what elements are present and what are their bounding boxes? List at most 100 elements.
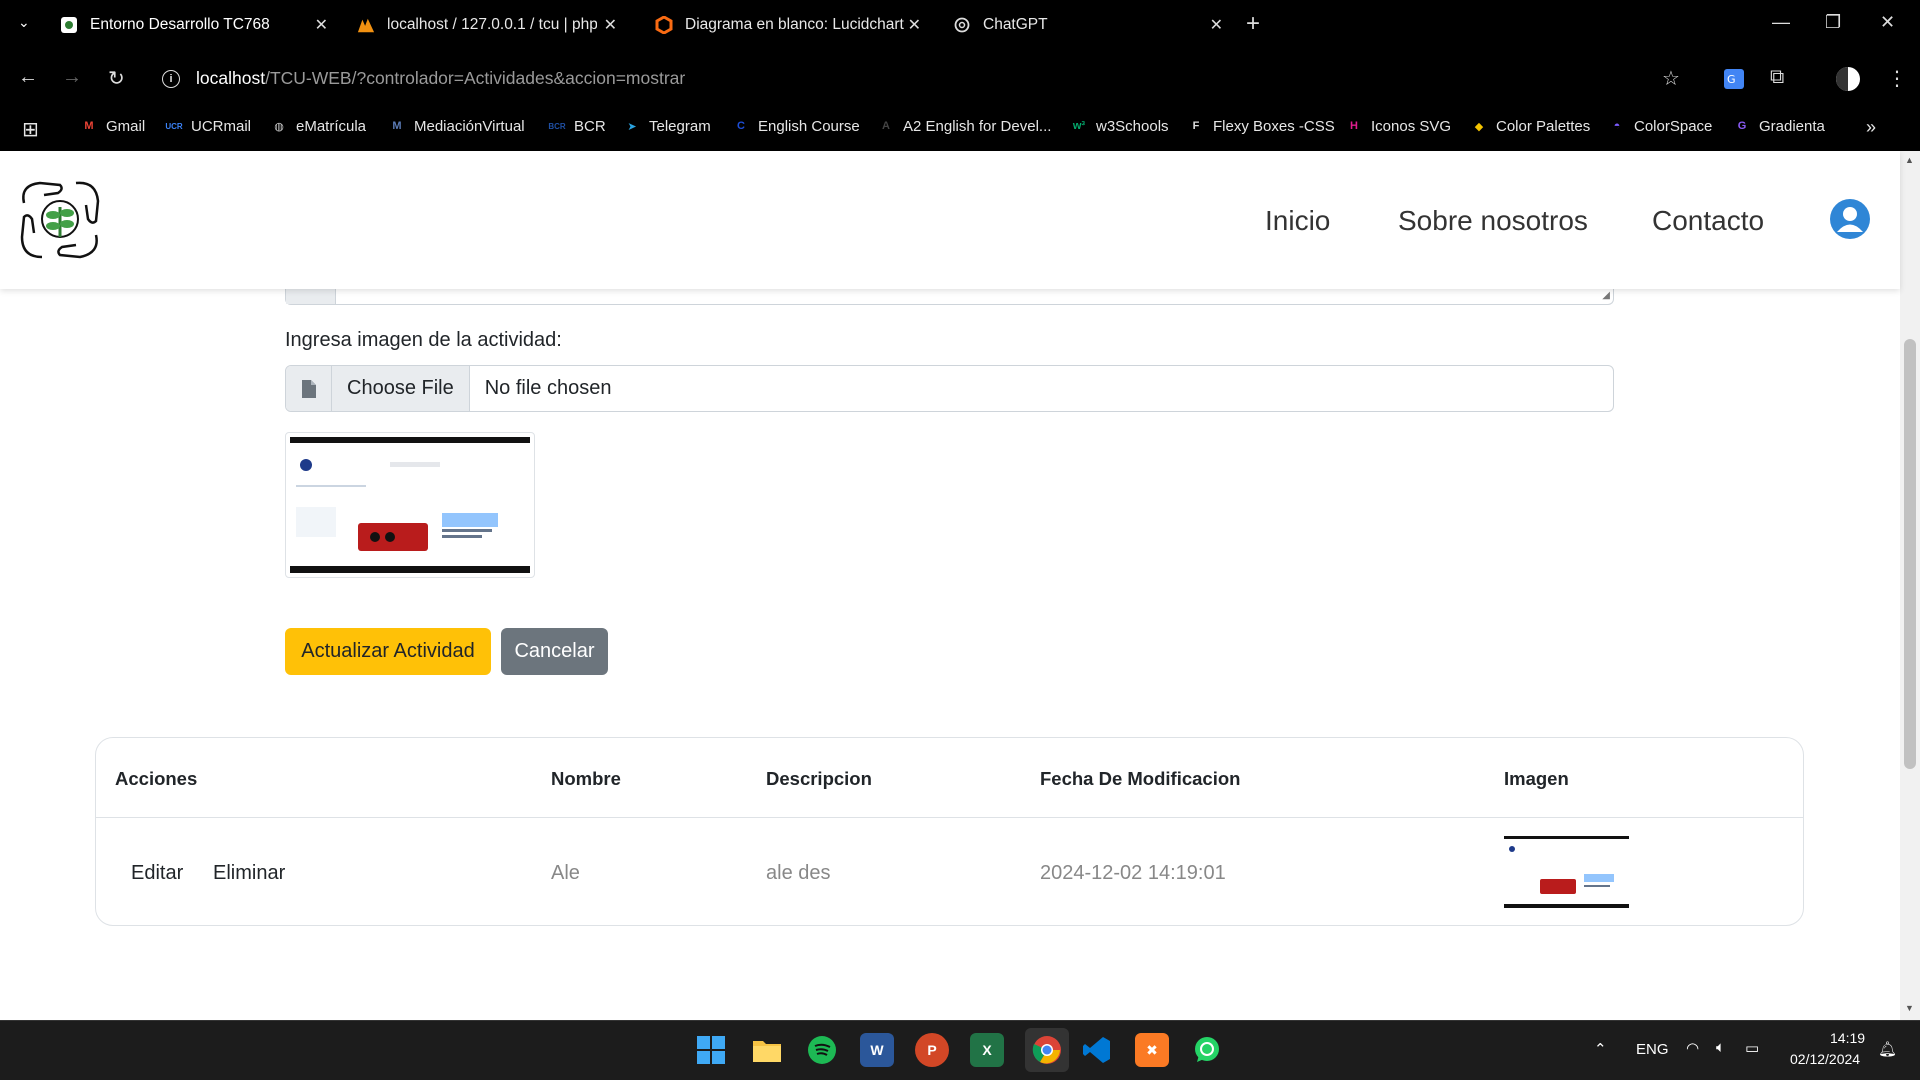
vscode-icon[interactable] — [1080, 1033, 1114, 1067]
bookmark-item[interactable]: M MediaciónVirtual — [388, 117, 524, 135]
tab-lucidchart[interactable]: Diagrama en blanco: Lucidchart ✕ — [655, 8, 925, 42]
user-account-icon[interactable] — [1830, 199, 1870, 239]
cancel-button[interactable]: Cancelar — [501, 628, 608, 675]
choose-file-button[interactable]: Choose File — [332, 366, 470, 411]
bookmark-star-icon[interactable]: ☆ — [1662, 66, 1680, 91]
image-file-input[interactable]: Choose File No file chosen — [285, 365, 1614, 412]
bookmark-item[interactable]: ◍ eMatrícula — [270, 117, 366, 135]
file-explorer-icon[interactable] — [750, 1033, 784, 1067]
header-imagen: Imagen — [1504, 768, 1569, 789]
spotify-icon[interactable] — [805, 1033, 839, 1067]
bookmark-label: Gradienta — [1759, 117, 1825, 135]
header-acciones: Acciones — [115, 768, 198, 789]
bookmark-label: eMatrícula — [296, 117, 367, 135]
language-indicator[interactable]: ENG — [1636, 1041, 1669, 1058]
scrollbar-thumb[interactable] — [1904, 339, 1916, 769]
bookmark-item[interactable]: M Gmail — [80, 117, 145, 135]
bookmark-item[interactable]: C English Course — [732, 117, 860, 135]
bookmark-item[interactable]: H Iconos SVG — [1345, 117, 1451, 135]
table-header-row: Acciones Nombre Descripcion Fecha De Mod… — [96, 738, 1803, 818]
browser-menu-icon[interactable]: ⋮ — [1887, 66, 1907, 91]
url-path: /TCU-WEB/?controlador=Actividades&accion… — [265, 68, 686, 88]
powerpoint-icon[interactable]: P — [915, 1033, 949, 1067]
restore-icon[interactable]: ❐ — [1825, 12, 1841, 33]
tab-close-icon[interactable]: ✕ — [315, 15, 328, 35]
tab-entorno[interactable]: Entorno Desarrollo TC768 ✕ — [60, 8, 330, 42]
bookmark-item[interactable]: A A2 English for Devel... — [877, 117, 1051, 135]
page-viewport: Inicio Sobre nosotros Contacto ◢ Ingresa… — [0, 151, 1920, 1020]
cell-descripcion: ale des — [766, 862, 831, 884]
tab-close-icon[interactable]: ✕ — [604, 15, 617, 35]
tab-close-icon[interactable]: ✕ — [1210, 15, 1223, 35]
a-icon: A — [882, 120, 890, 132]
header-descripcion: Descripcion — [766, 768, 872, 789]
nav-sobre-nosotros[interactable]: Sobre nosotros — [1398, 205, 1588, 237]
bookmark-label: ColorSpace — [1634, 117, 1713, 135]
nav-inicio[interactable]: Inicio — [1265, 205, 1330, 237]
volume-icon[interactable]: 🔈︎ — [1716, 1039, 1725, 1056]
gmail-icon: M — [84, 120, 94, 132]
url-field[interactable]: localhost/TCU-WEB/?controlador=Actividad… — [196, 68, 685, 89]
apps-grid-icon[interactable]: ⊞ — [22, 117, 39, 142]
bookmark-item[interactable]: G Gradienta — [1733, 117, 1825, 135]
bookmark-item[interactable]: BCR BCR — [548, 117, 606, 135]
clock-time[interactable]: 14:19 — [1830, 1030, 1865, 1046]
bookmark-label: English Course — [758, 117, 860, 135]
more-bookmarks-chevron-icon[interactable]: » — [1866, 117, 1876, 138]
bookmark-item[interactable]: ◓ ColorSpace — [1608, 117, 1713, 135]
bookmark-item[interactable]: F Flexy Boxes -CSS — [1187, 117, 1335, 135]
close-window-icon[interactable]: ✕ — [1880, 12, 1895, 33]
forward-arrow-icon[interactable]: → — [62, 66, 82, 89]
profile-avatar-icon[interactable] — [1835, 66, 1861, 98]
excel-icon[interactable]: X — [970, 1033, 1004, 1067]
chrome-icon[interactable] — [1025, 1028, 1069, 1072]
delete-link[interactable]: Eliminar — [213, 862, 285, 885]
page-scrollbar[interactable]: ▲ ▼ — [1900, 151, 1920, 1020]
edit-link[interactable]: Editar — [131, 862, 183, 885]
xampp-icon[interactable]: ✖ — [1135, 1033, 1169, 1067]
bookmark-item[interactable]: ➤ Telegram — [623, 117, 710, 135]
extensions-puzzle-icon[interactable]: ⧉ — [1770, 66, 1784, 89]
activities-table: Acciones Nombre Descripcion Fecha De Mod… — [95, 737, 1804, 926]
whatsapp-icon[interactable] — [1190, 1033, 1224, 1067]
site-info-icon[interactable]: i — [162, 70, 180, 88]
image-field-label: Ingresa imagen de la actividad: — [285, 329, 562, 351]
tab-title: Entorno Desarrollo TC768 — [90, 16, 270, 33]
header-nombre: Nombre — [551, 768, 621, 789]
reload-icon[interactable]: ↻ — [108, 66, 125, 91]
tab-search-chevron-icon[interactable]: ⌄ — [18, 14, 30, 31]
resize-grip-icon[interactable]: ◢ — [1602, 290, 1610, 301]
moodle-icon: M — [392, 120, 402, 132]
bookmark-label: BCR — [574, 117, 606, 135]
tab-phpmyadmin[interactable]: localhost / 127.0.0.1 / tcu | php ✕ — [357, 8, 627, 42]
tab-close-icon[interactable]: ✕ — [908, 15, 921, 35]
tray-overflow-chevron-icon[interactable]: ⌃ — [1594, 1040, 1607, 1058]
bookmark-label: UCRmail — [191, 117, 251, 135]
cell-image-thumbnail — [1504, 836, 1629, 908]
word-icon[interactable]: W — [860, 1033, 894, 1067]
bookmark-item[interactable]: UCR UCRmail — [165, 117, 251, 135]
scroll-down-arrow-icon[interactable]: ▼ — [1905, 1003, 1914, 1013]
bookmark-item[interactable]: w³ w3Schools — [1070, 117, 1169, 135]
notification-bell-icon[interactable]: 🔔︎ — [1878, 1040, 1897, 1058]
cell-fecha: 2024-12-02 14:19:01 — [1040, 862, 1226, 884]
new-tab-plus-icon[interactable]: + — [1246, 10, 1260, 38]
update-activity-button[interactable]: Actualizar Actividad — [285, 628, 491, 675]
site-logo-icon[interactable] — [14, 173, 106, 265]
bookmark-label: Gmail — [106, 117, 146, 135]
translate-icon[interactable]: G — [1723, 68, 1745, 96]
palette-icon: ◆ — [1474, 120, 1484, 133]
scroll-up-arrow-icon[interactable]: ▲ — [1905, 155, 1914, 165]
colorspace-icon: ◓ — [1613, 120, 1621, 132]
wifi-icon[interactable]: ◠ — [1686, 1039, 1699, 1057]
clock-date[interactable]: 02/12/2024 — [1790, 1051, 1860, 1067]
nav-contacto[interactable]: Contacto — [1652, 205, 1764, 237]
windows-start-icon[interactable] — [694, 1033, 728, 1067]
minimize-icon[interactable]: — — [1772, 12, 1790, 33]
tab-chatgpt[interactable]: ChatGPT ✕ — [953, 8, 1225, 42]
c-icon: C — [737, 120, 745, 132]
back-arrow-icon[interactable]: ← — [18, 66, 38, 89]
svg-text:G: G — [1727, 73, 1736, 86]
battery-icon[interactable]: ▭ — [1745, 1039, 1759, 1057]
bookmark-item[interactable]: ◆ Color Palettes — [1470, 117, 1590, 135]
